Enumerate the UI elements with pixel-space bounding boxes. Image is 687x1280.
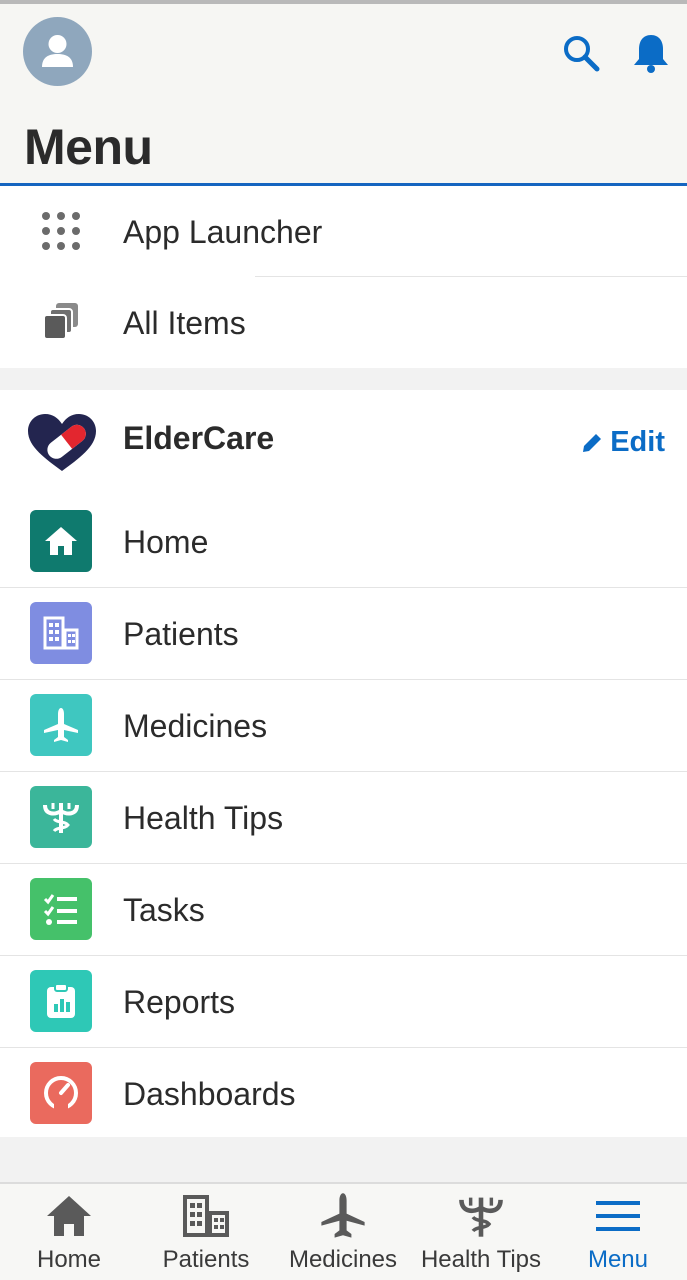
building-icon <box>137 1192 275 1240</box>
grid-icon <box>40 210 82 252</box>
nav-item-dashboards[interactable]: Dashboards <box>0 1048 687 1140</box>
edit-button[interactable]: Edit <box>580 426 665 459</box>
app-header: Menu <box>0 4 687 184</box>
caduceus-icon <box>30 786 92 848</box>
bottom-tab-menu[interactable]: Menu <box>549 1184 687 1280</box>
page-title: Menu <box>24 119 153 175</box>
pencil-icon <box>583 433 602 452</box>
checklist-icon <box>30 878 92 940</box>
avatar[interactable] <box>23 17 92 86</box>
tab-label: Health Tips <box>420 1246 542 1273</box>
nav-item-label: Dashboards <box>123 1075 296 1112</box>
nav-item-label: Health Tips <box>123 799 284 836</box>
pill-heart-logo <box>26 413 98 478</box>
edit-label: Edit <box>610 426 665 458</box>
report-icon <box>30 970 92 1032</box>
bottom-navigation: Home Patients Medicines Health Tips Menu <box>0 1182 687 1280</box>
bottom-tab-medicines[interactable]: Medicines <box>274 1184 412 1280</box>
app-header-row: ElderCare Edit <box>0 390 687 500</box>
stack-icon <box>42 301 82 341</box>
plane-icon <box>274 1192 412 1240</box>
top-menu-section: App Launcher All Items <box>0 186 687 368</box>
tab-label: Patients <box>162 1246 250 1273</box>
menu-item-label: App Launcher <box>123 213 323 250</box>
tab-label: Menu <box>587 1246 649 1273</box>
nav-item-medicines[interactable]: Medicines <box>0 680 687 772</box>
nav-item-label: Reports <box>123 983 236 1020</box>
nav-item-tasks[interactable]: Tasks <box>0 864 687 956</box>
gauge-icon <box>30 1062 92 1124</box>
nav-item-label: Patients <box>123 615 239 652</box>
nav-item-patients[interactable]: Patients <box>0 588 687 680</box>
nav-item-label: Tasks <box>123 891 205 928</box>
building-icon <box>30 602 92 664</box>
bottom-tab-home[interactable]: Home <box>0 1184 138 1280</box>
tab-label: Medicines <box>288 1246 398 1273</box>
nav-item-health-tips[interactable]: Health Tips <box>0 772 687 864</box>
nav-item-reports[interactable]: Reports <box>0 956 687 1048</box>
home-icon <box>30 510 92 572</box>
bell-icon[interactable] <box>632 32 670 79</box>
search-icon[interactable] <box>560 32 602 79</box>
nav-item-label: Medicines <box>123 707 268 744</box>
app-menu-section: ElderCare Edit Home Patients Medicines H… <box>0 390 687 1137</box>
menu-item-app-launcher[interactable]: App Launcher <box>0 186 687 278</box>
home-icon <box>0 1192 138 1240</box>
nav-item-label: Home <box>123 523 209 560</box>
menu-item-all-items[interactable]: All Items <box>0 277 687 369</box>
user-avatar-icon <box>42 35 73 67</box>
nav-item-home[interactable]: Home <box>0 496 687 588</box>
app-name: ElderCare <box>123 420 275 456</box>
caduceus-icon <box>412 1192 550 1240</box>
tab-label: Home <box>36 1246 102 1273</box>
menu-item-label: All Items <box>123 304 246 341</box>
bottom-tab-patients[interactable]: Patients <box>137 1184 275 1280</box>
hamburger-icon <box>549 1192 687 1240</box>
bottom-tab-health-tips[interactable]: Health Tips <box>412 1184 550 1280</box>
plane-icon <box>30 694 92 756</box>
